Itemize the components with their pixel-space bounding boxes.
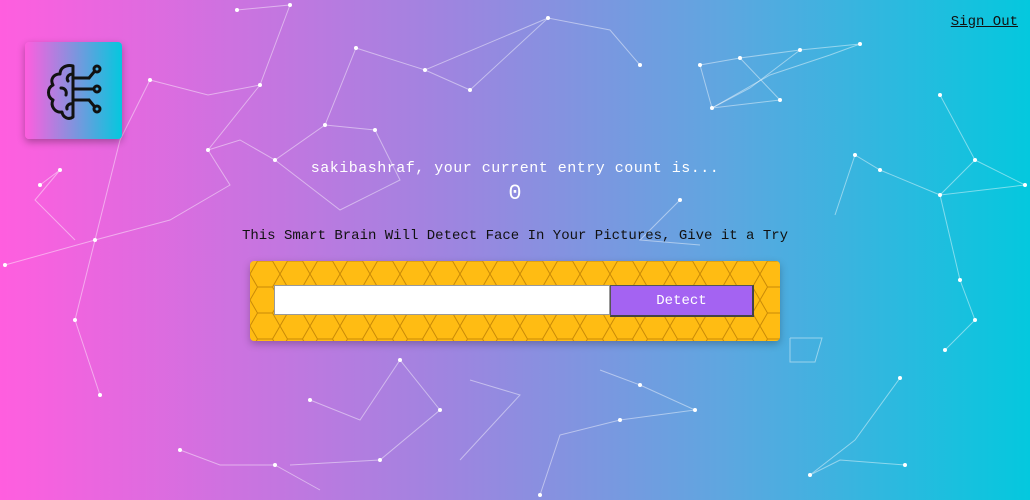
instructions-text: This Smart Brain Will Detect Face In You… — [241, 228, 789, 244]
logo[interactable] — [25, 42, 122, 139]
entry-count-text: sakibashraf, your current entry count is… — [310, 160, 720, 177]
image-url-input[interactable] — [274, 285, 610, 315]
top-nav: Sign Out — [951, 12, 1018, 30]
particles-background — [3, 3, 1027, 497]
brain-circuit-icon — [46, 63, 101, 120]
input-row: Detect — [274, 285, 754, 317]
image-link-form: Detect — [250, 261, 780, 341]
sign-out-link[interactable]: Sign Out — [951, 14, 1018, 30]
detect-button[interactable]: Detect — [610, 285, 754, 317]
entry-rank: sakibashraf, your current entry count is… — [0, 160, 1030, 206]
entry-count-value: 0 — [508, 181, 522, 206]
